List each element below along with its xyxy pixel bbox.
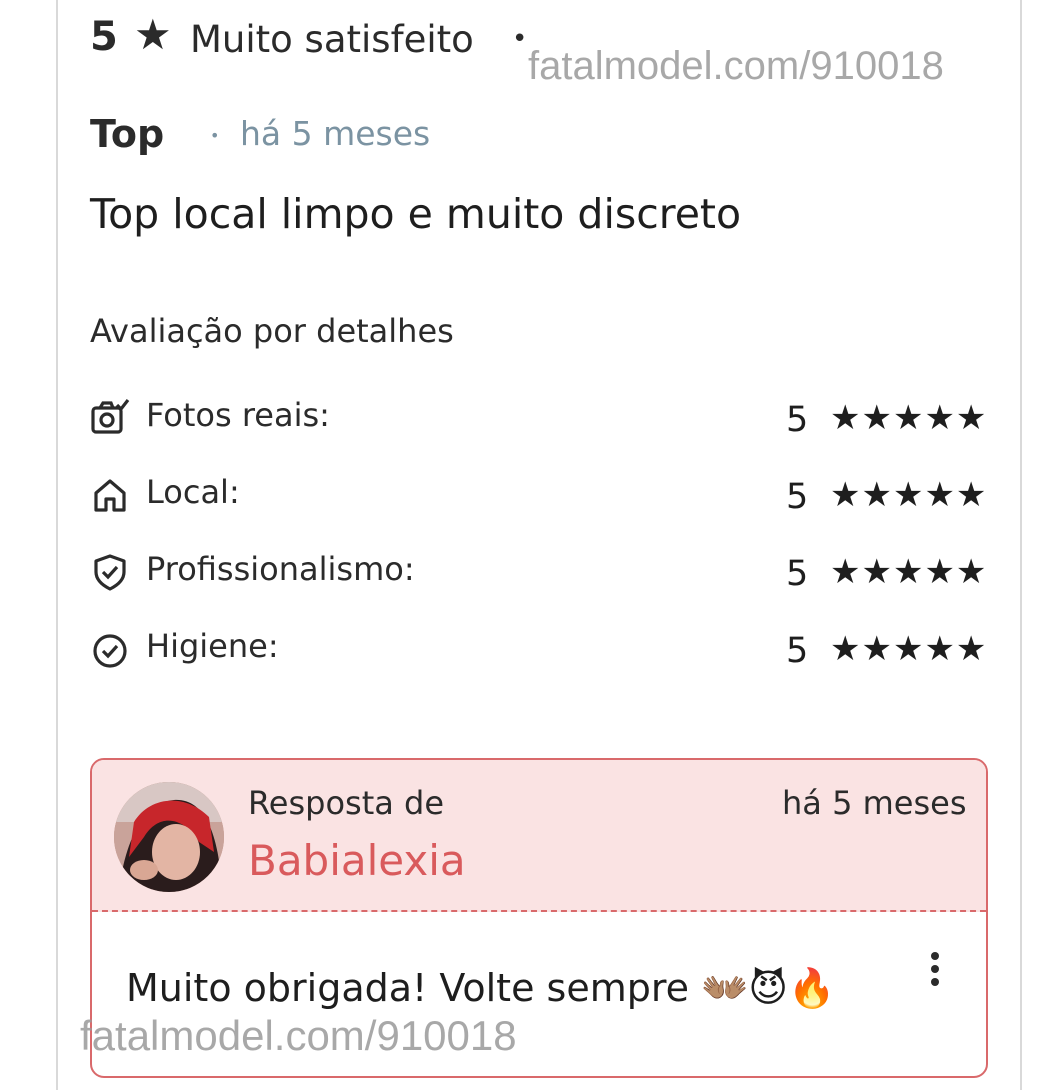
detail-score: 5: [786, 477, 809, 517]
more-vertical-icon[interactable]: [928, 952, 942, 992]
detail-label: Higiene:: [146, 627, 279, 665]
detail-stars: ★★★★★: [830, 398, 988, 438]
house-icon: [94, 479, 126, 512]
detail-label: Fotos reais:: [146, 396, 330, 434]
reply-time: há 5 meses: [782, 784, 967, 822]
watermark-bottom: fatalmodel.com/910018: [80, 1012, 517, 1059]
star-icon: ★: [134, 10, 172, 59]
detail-row-fotos-reais: Fotos reais: 5 ★★★★★: [90, 396, 990, 446]
detail-stars: ★★★★★: [830, 552, 988, 592]
detail-row-local: Local: 5 ★★★★★: [90, 473, 990, 523]
avatar[interactable]: [114, 782, 224, 892]
reply-text: Muito obrigada! Volte sempre 👐🏽😈🔥: [126, 966, 836, 1010]
detail-row-higiene: Higiene: 5 ★★★★★: [90, 627, 990, 677]
review-text: Top local limpo e muito discreto: [90, 190, 742, 238]
review-title: Top: [90, 112, 165, 156]
detail-score: 5: [786, 554, 809, 594]
details-title: Avaliação por detalhes: [90, 312, 454, 350]
camera-check-icon: [91, 399, 130, 434]
reply-from-label: Resposta de: [248, 784, 445, 822]
separator-dot: •: [210, 126, 220, 145]
review-rating-value: 5: [90, 14, 118, 60]
avatar-image: [114, 782, 224, 892]
shield-check-icon: [94, 554, 126, 591]
review-time: há 5 meses: [240, 114, 431, 153]
review-rating-label: Muito satisfeito: [190, 18, 474, 61]
detail-stars: ★★★★★: [830, 629, 988, 669]
reply-header: Resposta de há 5 meses Babialexia: [92, 760, 986, 912]
circle-check-icon: [93, 634, 127, 668]
detail-label: Profissionalismo:: [146, 550, 415, 588]
reply-author-link[interactable]: Babialexia: [248, 836, 466, 885]
detail-score: 5: [786, 631, 809, 671]
detail-stars: ★★★★★: [830, 475, 988, 515]
detail-score: 5: [786, 400, 809, 440]
detail-label: Local:: [146, 473, 240, 511]
detail-row-profissionalismo: Profissionalismo: 5 ★★★★★: [90, 550, 990, 600]
watermark-top: fatalmodel.com/910018: [528, 44, 944, 88]
separator-dot: •: [512, 24, 528, 54]
